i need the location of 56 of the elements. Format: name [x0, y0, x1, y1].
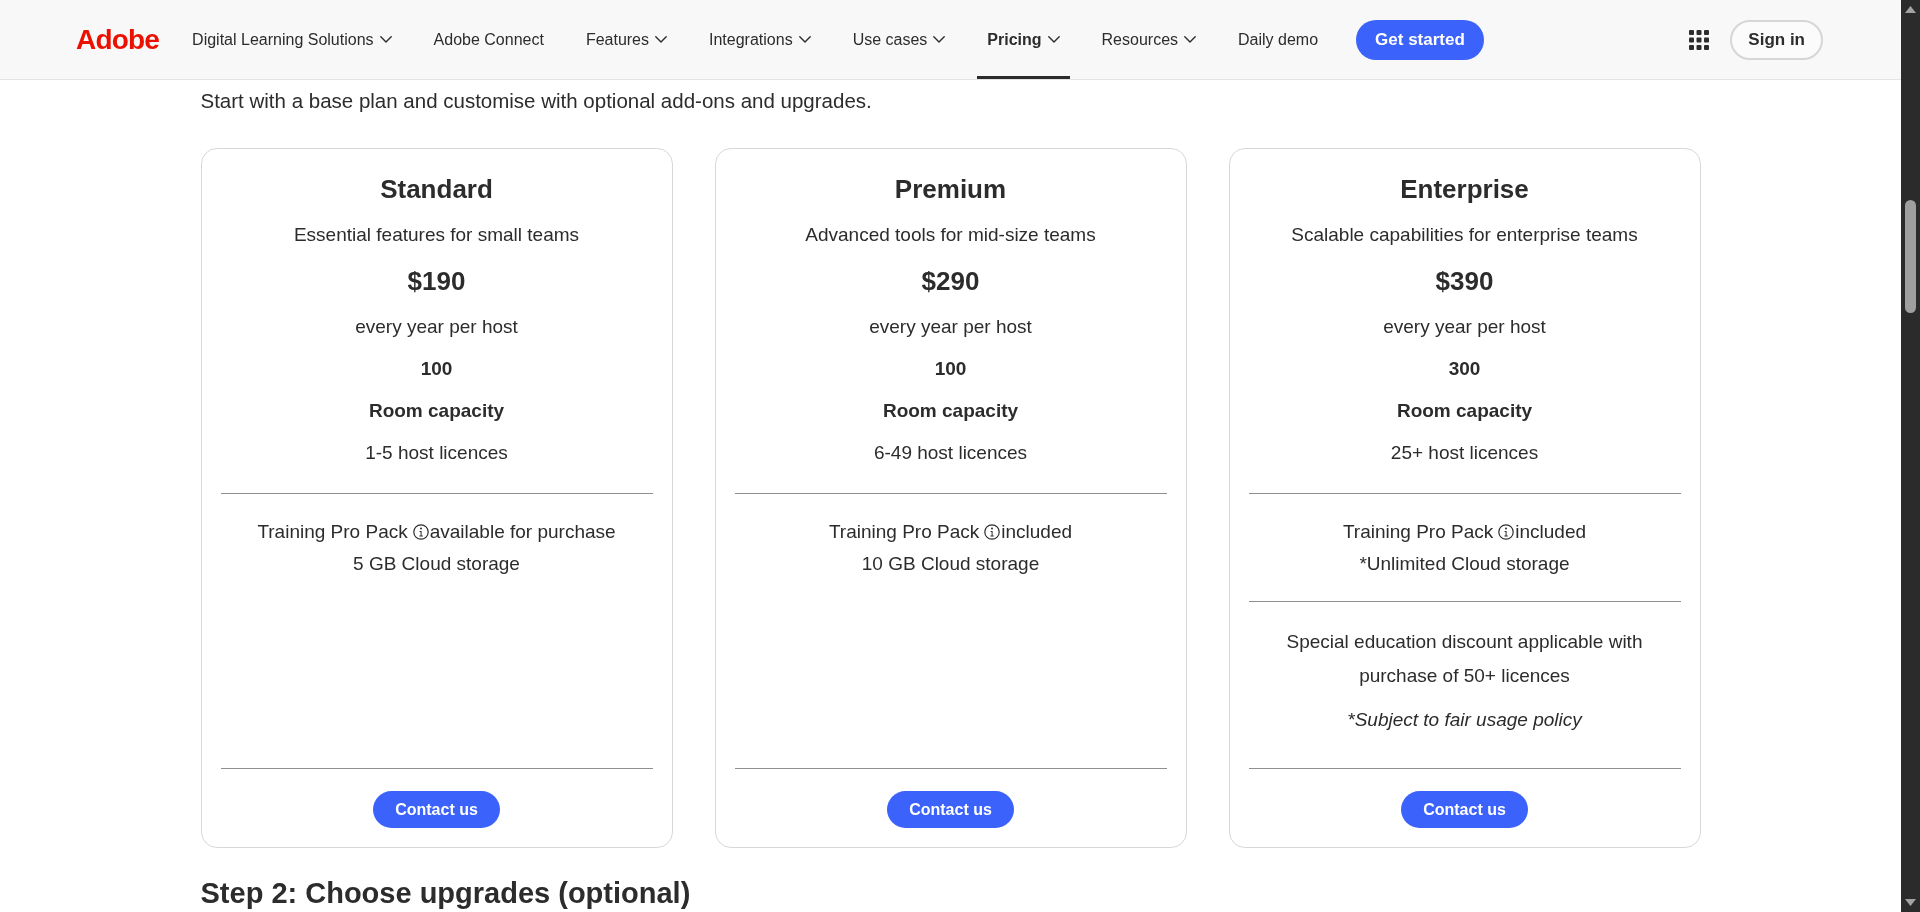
info-icon[interactable] [1498, 524, 1515, 540]
scroll-up-arrow-icon[interactable] [1905, 6, 1916, 13]
nav-link[interactable]: Digital Learning Solutions [182, 0, 402, 79]
logo[interactable]: Adobe [76, 25, 160, 54]
nav-link[interactable]: Integrations [699, 0, 821, 79]
nav-link[interactable]: Resources [1091, 0, 1207, 79]
plan-description: Essential features for small teams [293, 223, 580, 247]
scroll-down-arrow-icon[interactable] [1905, 899, 1916, 906]
nav-link[interactable]: Pricing [977, 0, 1070, 79]
note-text: Special education discount applicable with purchase of 50+ licences [1285, 630, 1644, 688]
contact-button[interactable]: Contact us [373, 791, 500, 828]
section-heading: Step 2: Choose upgrades (optional) [200, 876, 691, 910]
licence-count: 1-5 host licences [365, 441, 508, 465]
info-icon[interactable] [984, 524, 1001, 540]
feature-text: 5 GB Cloud storage [353, 552, 520, 576]
plan-name: Enterprise [1400, 173, 1529, 206]
nav-link[interactable]: Daily demo [1228, 0, 1329, 79]
price: $390 [1435, 265, 1494, 298]
price: $190 [407, 265, 466, 298]
addon-name: Training Pro Pack [828, 520, 980, 544]
feature-text: 10 GB Cloud storage [861, 552, 1040, 576]
price: $290 [921, 265, 980, 298]
billing-period: every year per host [1383, 315, 1546, 339]
nav-link[interactable]: Use cases [842, 0, 956, 79]
plan-name: Standard [380, 173, 493, 206]
apps-grid-icon[interactable] [1689, 29, 1710, 50]
plan-description: Scalable capabilities for enterprise teams [1291, 223, 1638, 247]
addon-name: Training Pro Pack [1342, 520, 1494, 544]
billing-period: every year per host [355, 315, 518, 339]
footnote-text: *Subject to fair usage policy [1347, 708, 1582, 732]
capacity-value: 100 [934, 357, 967, 381]
contact-button[interactable]: Contact us [887, 791, 1014, 828]
contact-button[interactable]: Contact us [1401, 791, 1528, 828]
plan-name: Premium [894, 173, 1007, 206]
scrollbar-track[interactable] [1901, 0, 1920, 912]
get-started-button[interactable]: Get started [1356, 19, 1484, 60]
addon-status: included [1001, 520, 1073, 544]
capacity-label: Room capacity [882, 399, 1019, 423]
capacity-value: 100 [420, 357, 453, 381]
capacity-label: Room capacity [1396, 399, 1533, 423]
info-icon[interactable] [412, 524, 429, 540]
licence-count: 25+ host licences [1390, 441, 1539, 465]
capacity-label: Room capacity [368, 399, 505, 423]
scrollbar-thumb[interactable] [1905, 200, 1916, 313]
nav-link[interactable]: Adobe Connect [423, 0, 554, 79]
plan-description: Advanced tools for mid-size teams [805, 223, 1096, 247]
nav-link[interactable]: Features [575, 0, 677, 79]
sign-in-button[interactable]: Sign in [1730, 19, 1823, 60]
intro-text: Start with a base plan and customise with optional add-ons and upgrades. [200, 88, 873, 114]
feature-text: *Unlimited Cloud storage [1359, 552, 1570, 576]
addon-status: available for purchase [429, 520, 616, 544]
addon-name: Training Pro Pack [257, 520, 408, 544]
addon-status: included [1515, 520, 1587, 544]
licence-count: 6-49 host licences [873, 441, 1028, 465]
capacity-value: 300 [1448, 357, 1481, 381]
billing-period: every year per host [869, 315, 1032, 339]
